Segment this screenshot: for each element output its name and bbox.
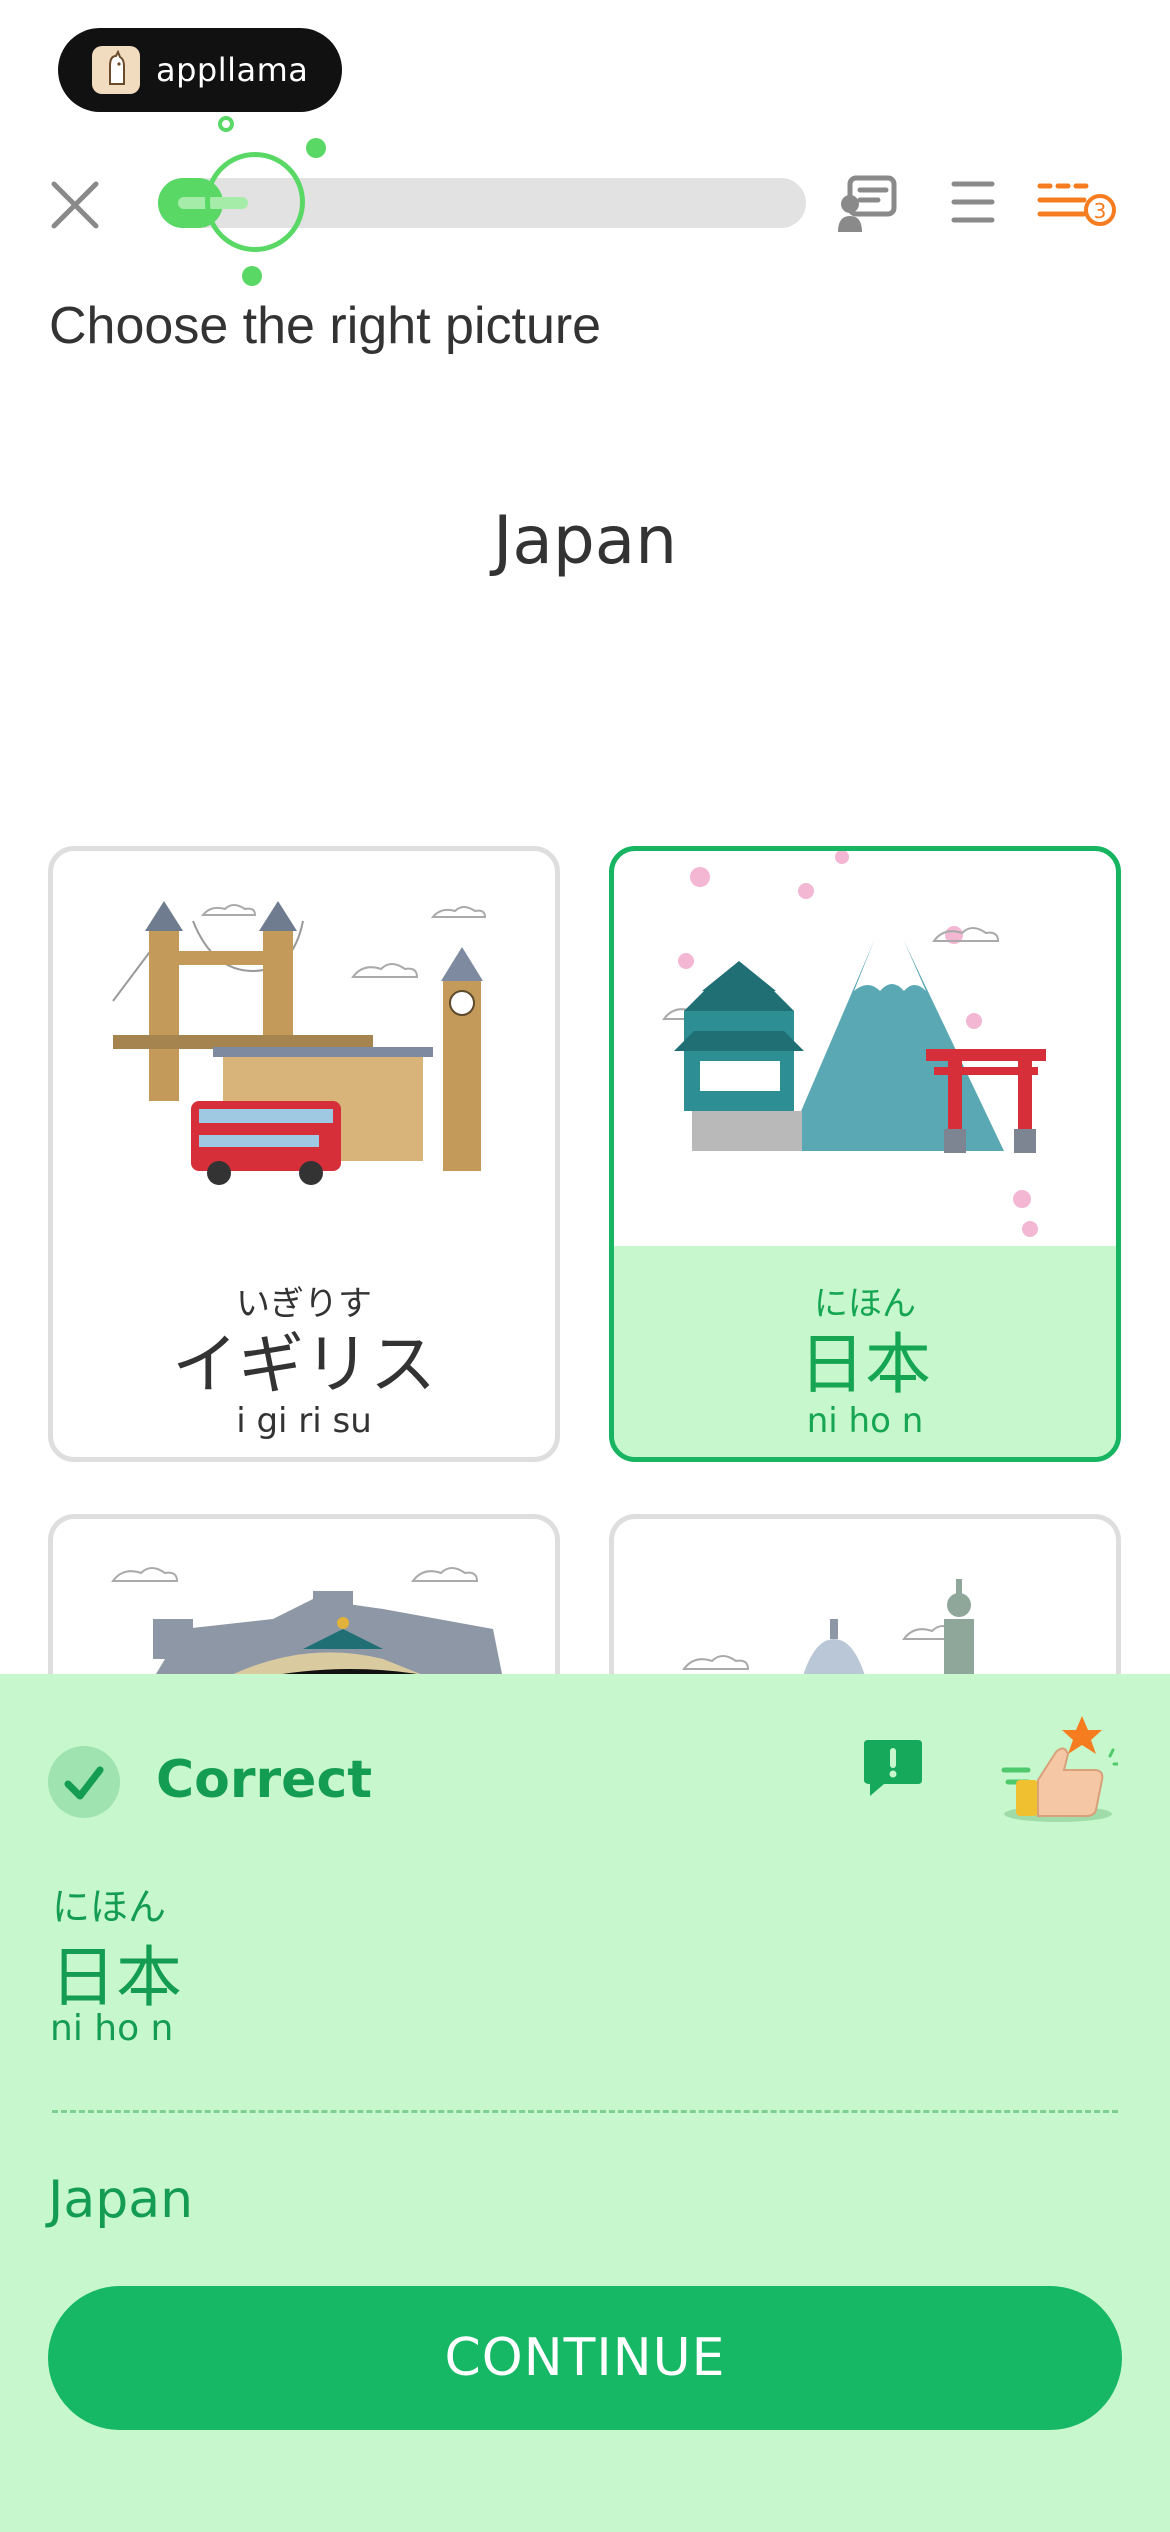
japan-landmarks-illustration [614,851,1116,1246]
answer-kana: にほん [52,1885,167,1929]
card-romaji: i gi ri su [236,1401,372,1441]
card-kanji: 日本 [799,1326,931,1403]
london-landmarks-illustration [53,851,555,1246]
verdict-text: Correct [156,1750,373,1810]
card-kana: にほん [814,1284,916,1324]
progress-sparkle [306,138,326,158]
feedback-panel: Correct にほん 日本 ni ho n Japan CONTINUE [0,1674,1170,2532]
card-romaji: ni ho n [806,1401,924,1441]
progress-sparkle [218,116,234,132]
app-name: appllama [156,51,309,89]
continue-button[interactable]: CONTINUE [48,2286,1122,2430]
answer-romaji: ni ho n [50,2008,174,2049]
report-icon[interactable] [862,1736,924,1798]
progress-sparkle [242,266,262,286]
streak-icon[interactable]: 3 [1036,174,1120,238]
menu-icon[interactable] [950,174,996,234]
app-badge: appllama [58,28,342,112]
card-kana: いぎりす [236,1284,372,1324]
answer-translation: Japan [48,2170,194,2230]
card-kanji: イギリス [172,1326,436,1403]
answer-kanji: 日本 [50,1939,182,2016]
streak-count: 3 [1094,199,1107,223]
answer-card-japan[interactable]: にほん 日本 ni ho n [609,846,1121,1462]
close-icon[interactable] [48,178,102,232]
progress-burst-ring [205,152,305,252]
thumbs-up-icon [998,1710,1122,1826]
prompt-word: Japan [492,502,678,579]
dashed-divider [52,2110,1118,2113]
answer-card-uk[interactable]: いぎりす イギリス i gi ri su [48,846,560,1462]
instruction-text: Choose the right picture [49,297,602,355]
tips-icon[interactable] [836,174,898,238]
check-icon [48,1746,120,1818]
card-label: いぎりす イギリス i gi ri su [53,1246,555,1457]
card-label: にほん 日本 ni ho n [614,1246,1116,1457]
llama-logo-icon [92,46,140,94]
